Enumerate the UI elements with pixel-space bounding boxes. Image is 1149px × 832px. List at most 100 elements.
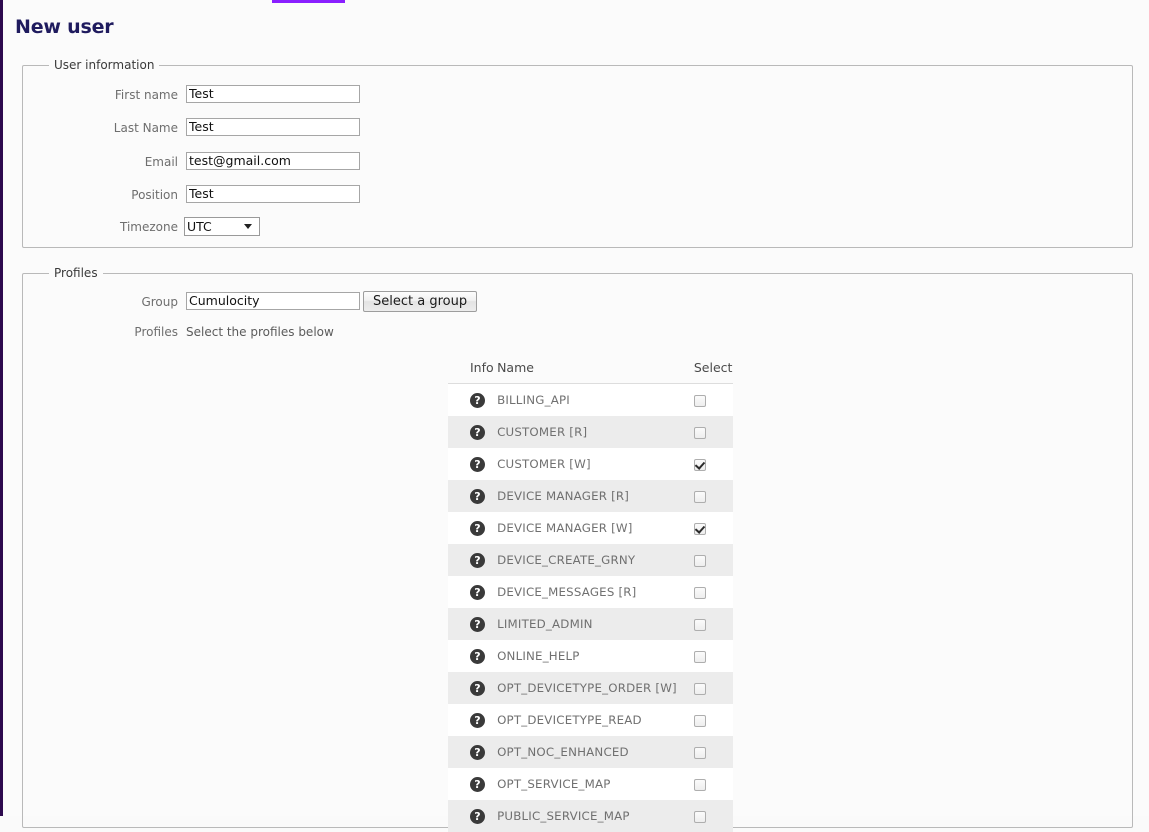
profile-checkbox[interactable] [694, 491, 706, 503]
profile-info-cell: ? [448, 672, 494, 704]
profile-info-cell: ? [448, 704, 494, 736]
first-name-input[interactable] [186, 85, 360, 103]
profile-info-cell: ? [448, 640, 494, 672]
first-name-label: First name [18, 85, 178, 105]
profiles-table-head: Info Name Select [448, 356, 733, 384]
profile-info-cell: ? [448, 416, 494, 448]
profile-name-cell: OPT_DEVICETYPE_READ [494, 704, 677, 736]
group-label: Group [18, 292, 178, 312]
profile-checkbox[interactable] [694, 779, 706, 791]
column-header-name: Name [494, 356, 677, 384]
email-input[interactable] [186, 152, 360, 170]
profile-select-cell [677, 672, 733, 704]
profile-info-cell: ? [448, 576, 494, 608]
user-information-legend: User information [49, 58, 159, 72]
profile-select-cell [677, 384, 733, 417]
profile-checkbox[interactable] [694, 747, 706, 759]
timezone-label: Timezone [18, 217, 178, 237]
profile-name-cell: DEVICE_CREATE_GRNY [494, 544, 677, 576]
profile-select-cell [677, 448, 733, 480]
group-input[interactable] [186, 292, 360, 310]
question-mark-icon[interactable]: ? [470, 649, 485, 664]
table-row[interactable]: ?LIMITED_ADMIN [448, 608, 733, 640]
profile-info-cell: ? [448, 512, 494, 544]
question-mark-icon[interactable]: ? [470, 585, 485, 600]
profile-checkbox[interactable] [694, 619, 706, 631]
table-row[interactable]: ? OPT_DEVICETYPE_ORDER [W] [448, 672, 733, 704]
table-row[interactable]: ?PUBLIC_SERVICE_MAP [448, 800, 733, 832]
profile-checkbox[interactable] [694, 523, 706, 535]
profile-select-cell [677, 544, 733, 576]
profile-select-cell [677, 768, 733, 800]
table-row[interactable]: ? CUSTOMER [W] [448, 448, 733, 480]
profile-checkbox[interactable] [694, 683, 706, 695]
profile-name-cell: OPT_NOC_ENHANCED [494, 736, 677, 768]
field-row-group: Group Select a group [23, 292, 483, 314]
profile-checkbox[interactable] [694, 427, 706, 439]
profile-info-cell: ? [448, 608, 494, 640]
question-mark-icon[interactable]: ? [470, 425, 485, 440]
profile-info-cell: ? [448, 736, 494, 768]
question-mark-icon[interactable]: ? [470, 681, 485, 696]
question-mark-icon[interactable]: ? [470, 489, 485, 504]
profile-info-cell: ? [448, 448, 494, 480]
table-row[interactable]: ?ONLINE_HELP [448, 640, 733, 672]
question-mark-icon[interactable]: ? [470, 713, 485, 728]
profile-checkbox[interactable] [694, 811, 706, 823]
question-mark-icon[interactable]: ? [470, 617, 485, 632]
email-label: Email [18, 152, 178, 172]
table-row[interactable]: ? OPT_NOC_ENHANCED [448, 736, 733, 768]
profile-select-cell [677, 576, 733, 608]
active-tab-accent-bar [272, 0, 345, 3]
profiles-table-header-row: Info Name Select [448, 356, 733, 384]
select-a-group-button[interactable]: Select a group [363, 291, 477, 312]
question-mark-icon[interactable]: ? [470, 553, 485, 568]
timezone-select[interactable]: UTC [184, 217, 260, 236]
question-mark-icon[interactable]: ? [470, 393, 485, 408]
question-mark-icon[interactable]: ? [470, 457, 485, 472]
position-label: Position [18, 185, 178, 205]
profiles-legend: Profiles [49, 266, 103, 280]
question-mark-icon[interactable]: ? [470, 745, 485, 760]
profile-info-cell: ? [448, 480, 494, 512]
field-row-timezone: Timezone UTC [23, 217, 363, 239]
profile-select-cell [677, 800, 733, 832]
position-input[interactable] [186, 185, 360, 203]
table-row[interactable]: ?DEVICE MANAGER [W] [448, 512, 733, 544]
table-row[interactable]: ? DEVICE MANAGER [R] [448, 480, 733, 512]
profile-name-cell: CUSTOMER [W] [494, 448, 677, 480]
page-root: New user User information First name Las… [0, 0, 1149, 816]
profile-checkbox[interactable] [694, 651, 706, 663]
field-row-first-name: First name [23, 85, 363, 107]
profile-info-cell: ? [448, 800, 494, 832]
profile-select-cell [677, 704, 733, 736]
last-name-input[interactable] [186, 118, 360, 136]
profile-name-cell: BILLING_API [494, 384, 677, 417]
profile-checkbox[interactable] [694, 587, 706, 599]
profile-checkbox[interactable] [694, 715, 706, 727]
profile-name-cell: DEVICE MANAGER [R] [494, 480, 677, 512]
table-row[interactable]: ? DEVICE_CREATE_GRNY [448, 544, 733, 576]
table-row[interactable]: ? DEVICE_MESSAGES [R] [448, 576, 733, 608]
profile-name-cell: CUSTOMER [R] [494, 416, 677, 448]
user-information-fieldset: User information First name Last Name Em… [22, 58, 1133, 248]
profile-name-cell: DEVICE_MESSAGES [R] [494, 576, 677, 608]
column-header-info: Info [448, 356, 494, 384]
profile-checkbox[interactable] [694, 555, 706, 567]
column-header-select: Select [677, 356, 733, 384]
question-mark-icon[interactable]: ? [470, 809, 485, 824]
table-row[interactable]: ? BILLING_API [448, 384, 733, 417]
left-accent-rail [0, 0, 3, 816]
profiles-table: Info Name Select ? BILLING_API? CUSTOMER [… [448, 356, 733, 832]
question-mark-icon[interactable]: ? [470, 777, 485, 792]
profile-info-cell: ? [448, 768, 494, 800]
profile-name-cell: OPT_DEVICETYPE_ORDER [W] [494, 672, 677, 704]
profile-checkbox[interactable] [694, 459, 706, 471]
table-row[interactable]: ? OPT_DEVICETYPE_READ [448, 704, 733, 736]
question-mark-icon[interactable]: ? [470, 521, 485, 536]
profiles-hint-text: Select the profiles below [186, 322, 334, 342]
profile-info-cell: ? [448, 544, 494, 576]
table-row[interactable]: ? CUSTOMER [R] [448, 416, 733, 448]
table-row[interactable]: ?OPT_SERVICE_MAP [448, 768, 733, 800]
profile-checkbox[interactable] [694, 395, 706, 407]
